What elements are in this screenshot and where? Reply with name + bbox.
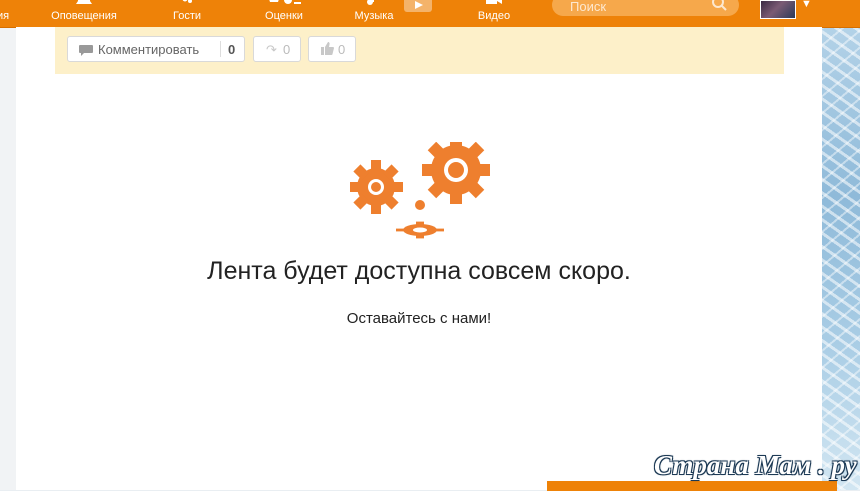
speech-bubble-icon [79, 44, 93, 56]
footprints-icon [178, 0, 196, 6]
top-navigation: ия Оповещения Гости Оценки Музыка Видео [0, 0, 860, 28]
bell-icon [75, 0, 93, 6]
share-button[interactable]: ↷ 0 [253, 36, 301, 62]
comment-button[interactable]: Комментировать 0 [67, 36, 245, 62]
nav-item-ratings[interactable]: Оценки [254, 0, 314, 27]
nav-item-label: Оценки [265, 10, 303, 22]
like-count: 0 [338, 42, 346, 57]
share-arrow-icon: ↷ [266, 42, 277, 57]
feed-headline: Лента будет доступна совсем скоро. [207, 257, 631, 285]
nav-item-partial[interactable]: ия [0, 0, 16, 27]
feed-panel: Комментировать 0 ↷ 0 0 Лента будет досту… [16, 27, 837, 491]
nav-item-label: Видео [477, 10, 511, 22]
nav-item-label: Гости [172, 10, 202, 22]
music-note-icon [365, 0, 383, 6]
frost-background [822, 0, 860, 490]
ratings-icon [266, 0, 302, 6]
divider [220, 41, 221, 57]
search-input[interactable] [568, 0, 712, 14]
nav-item-video[interactable]: Видео [468, 0, 520, 27]
comment-count: 0 [228, 42, 236, 57]
nav-item-guests[interactable]: Гости [162, 0, 212, 27]
watermark: Страна Мам . ру [654, 450, 857, 480]
gears-icon [349, 136, 490, 242]
left-margin [0, 0, 16, 490]
thumbs-up-icon [321, 42, 334, 58]
nav-item-label: ия [0, 10, 10, 22]
comment-label: Комментировать [98, 42, 200, 57]
play-icon[interactable] [404, 0, 432, 12]
nav-item-music[interactable]: Музыка [346, 0, 402, 27]
chevron-down-icon[interactable]: ▼ [801, 0, 812, 10]
share-count: 0 [283, 42, 291, 57]
search-box [552, 0, 739, 16]
nav-item-label: Оповещения [51, 10, 117, 22]
post-action-bar: Комментировать 0 ↷ 0 0 [55, 27, 784, 74]
like-button[interactable]: 0 [308, 36, 356, 62]
video-camera-icon [485, 0, 503, 6]
nav-item-label: Музыка [354, 10, 394, 22]
feed-subline: Оставайтесь с нами! [346, 310, 492, 327]
nav-item-notifications[interactable]: Оповещения [44, 0, 124, 27]
search-icon[interactable] [711, 0, 727, 11]
avatar[interactable] [760, 0, 796, 19]
